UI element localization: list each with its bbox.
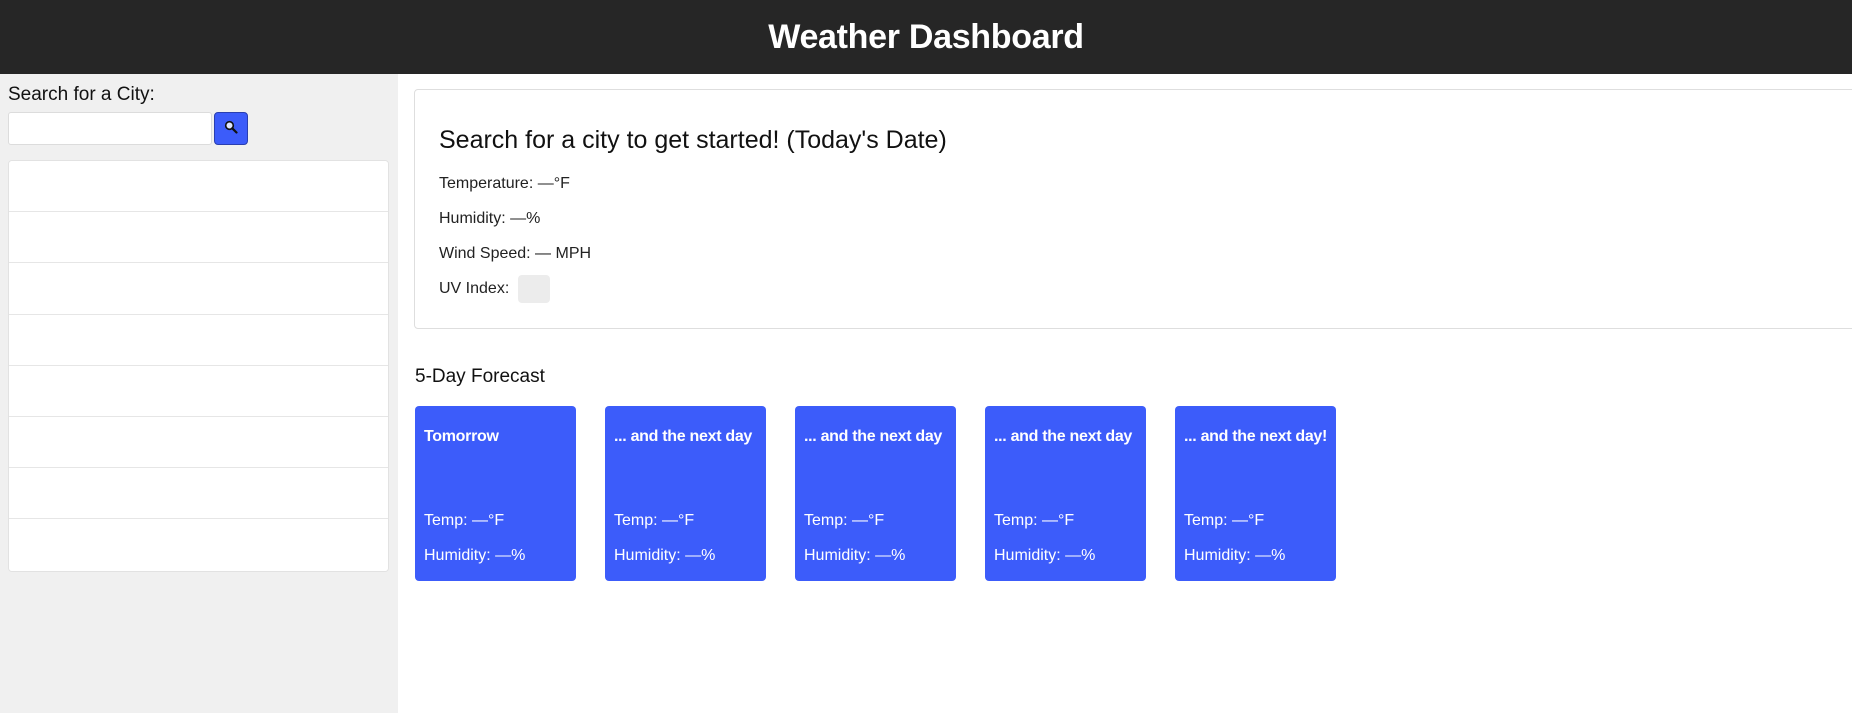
main-content: Search for a city to get started! (Today… xyxy=(398,74,1852,713)
forecast-temp: Temp: —°F xyxy=(804,512,885,529)
current-uv-row: UV Index: — xyxy=(439,275,550,303)
page-title: Weather Dashboard xyxy=(768,17,1084,56)
search-button[interactable] xyxy=(214,112,248,145)
history-item[interactable] xyxy=(9,365,388,417)
forecast-day: ... and the next day xyxy=(614,428,753,445)
forecast-card: ... and the next day! Temp: —°F Humidity… xyxy=(1175,406,1336,581)
search-label: Search for a City: xyxy=(8,84,155,105)
uv-index-label: UV Index: xyxy=(439,280,510,298)
forecast-day: ... and the next day! xyxy=(1184,428,1328,445)
forecast-card: ... and the next day Temp: —°F Humidity:… xyxy=(985,406,1146,581)
history-item[interactable] xyxy=(9,519,388,571)
history-item[interactable] xyxy=(9,263,388,315)
forecast-humidity: Humidity: —% xyxy=(1184,547,1286,564)
search-history-list xyxy=(8,160,389,572)
forecast-day: Tomorrow xyxy=(424,428,499,445)
current-temperature: Temperature: —°F xyxy=(439,175,570,192)
current-city-heading: Search for a city to get started! (Today… xyxy=(439,126,947,154)
current-wind-speed: Wind Speed: — MPH xyxy=(439,245,592,262)
search-icon xyxy=(224,120,238,137)
forecast-humidity: Humidity: —% xyxy=(804,547,906,564)
history-item[interactable] xyxy=(9,468,388,520)
forecast-card: ... and the next day Temp: —°F Humidity:… xyxy=(605,406,766,581)
history-item[interactable] xyxy=(9,212,388,264)
forecast-day: ... and the next day xyxy=(994,428,1133,445)
forecast-day: ... and the next day xyxy=(804,428,943,445)
city-search-input[interactable] xyxy=(8,112,212,145)
forecast-humidity: Humidity: —% xyxy=(994,547,1096,564)
forecast-temp: Temp: —°F xyxy=(614,512,695,529)
forecast-card: ... and the next day Temp: —°F Humidity:… xyxy=(795,406,956,581)
sidebar: Search for a City: xyxy=(0,74,398,713)
forecast-humidity: Humidity: —% xyxy=(424,547,526,564)
forecast-temp: Temp: —°F xyxy=(424,512,505,529)
uv-index-badge: — xyxy=(517,275,550,303)
forecast-card: Tomorrow Temp: —°F Humidity: —% xyxy=(415,406,576,581)
app-header: Weather Dashboard xyxy=(0,0,1852,74)
forecast-temp: Temp: —°F xyxy=(1184,512,1265,529)
forecast-temp: Temp: —°F xyxy=(994,512,1075,529)
forecast-humidity: Humidity: —% xyxy=(614,547,716,564)
history-item[interactable] xyxy=(9,416,388,469)
current-humidity: Humidity: —% xyxy=(439,210,541,227)
history-item[interactable] xyxy=(9,314,388,366)
history-item[interactable] xyxy=(9,161,388,213)
current-weather-card: Search for a city to get started! (Today… xyxy=(414,89,1852,329)
forecast-title: 5-Day Forecast xyxy=(415,366,545,387)
